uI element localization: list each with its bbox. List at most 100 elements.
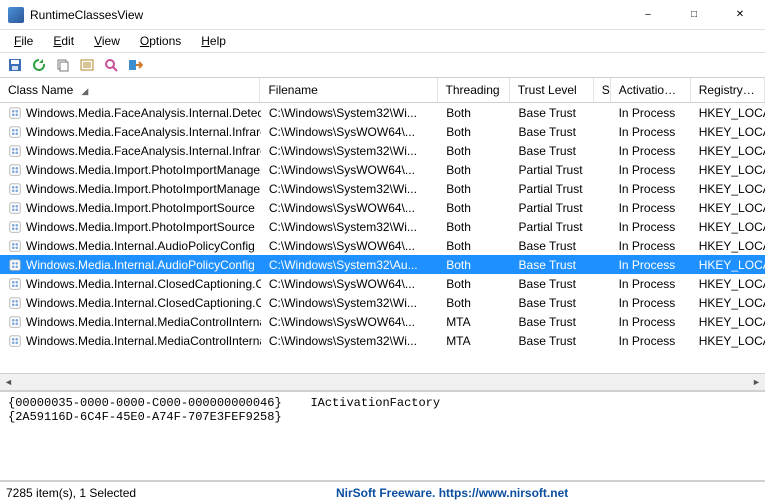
cell-class-name: Windows.Media.Internal.MediaControlInter… — [0, 315, 261, 329]
class-icon — [8, 182, 22, 196]
find-icon[interactable] — [102, 56, 120, 74]
cell-threading: Both — [438, 182, 510, 196]
cell-threading: Both — [438, 106, 510, 120]
class-icon — [8, 163, 22, 177]
table-row[interactable]: Windows.Media.Import.PhotoImportSourceC:… — [0, 217, 765, 236]
copy-icon[interactable] — [54, 56, 72, 74]
menu-options[interactable]: Options — [132, 32, 189, 50]
class-icon — [8, 220, 22, 234]
col-activation[interactable]: Activation ... — [611, 78, 691, 102]
col-filename[interactable]: Filename — [260, 78, 437, 102]
cell-threading: Both — [438, 220, 510, 234]
col-s[interactable]: S — [594, 78, 611, 102]
cell-filename: C:\Windows\System32\Au... — [261, 258, 438, 272]
cell-activation: In Process — [611, 296, 691, 310]
save-icon[interactable] — [6, 56, 24, 74]
cell-filename: C:\Windows\System32\Wi... — [261, 182, 438, 196]
cell-registry: HKEY_LOCA — [691, 106, 765, 120]
cell-filename: C:\Windows\System32\Wi... — [261, 334, 438, 348]
statusbar: 7285 item(s), 1 Selected NirSoft Freewar… — [0, 481, 765, 503]
cell-threading: Both — [438, 144, 510, 158]
menu-help[interactable]: Help — [193, 32, 234, 50]
cell-class-name: Windows.Media.Internal.AudioPolicyConfig — [0, 239, 261, 253]
cell-registry: HKEY_LOCA — [691, 239, 765, 253]
cell-registry: HKEY_LOCA — [691, 334, 765, 348]
scroll-right-icon[interactable]: ► — [748, 374, 765, 391]
class-icon — [8, 315, 22, 329]
col-registry-key[interactable]: Registry Key — [691, 78, 765, 102]
cell-trust: Partial Trust — [511, 182, 595, 196]
cell-class-name: Windows.Media.FaceAnalysis.Internal.Dete… — [0, 106, 261, 120]
cell-trust: Base Trust — [511, 334, 595, 348]
cell-filename: C:\Windows\System32\Wi... — [261, 220, 438, 234]
cell-registry: HKEY_LOCA — [691, 144, 765, 158]
col-threading[interactable]: Threading — [438, 78, 510, 102]
table-row[interactable]: Windows.Media.FaceAnalysis.Internal.Infr… — [0, 122, 765, 141]
cell-registry: HKEY_LOCA — [691, 258, 765, 272]
detail-panel[interactable]: {00000035-0000-0000-C000-000000000046} I… — [0, 391, 765, 481]
cell-threading: Both — [438, 201, 510, 215]
horizontal-scrollbar[interactable]: ◄ ► — [0, 373, 765, 390]
cell-class-name: Windows.Media.Internal.ClosedCaptioning.… — [0, 296, 261, 310]
minimize-button[interactable]: – — [625, 0, 671, 30]
table-row[interactable]: Windows.Media.Internal.ClosedCaptioning.… — [0, 293, 765, 312]
class-icon — [8, 277, 22, 291]
cell-class-name: Windows.Media.Import.PhotoImportSource — [0, 220, 261, 234]
table-row[interactable]: Windows.Media.Internal.AudioPolicyConfig… — [0, 255, 765, 274]
cell-activation: In Process — [611, 144, 691, 158]
cell-trust: Partial Trust — [511, 220, 595, 234]
cell-class-name: Windows.Media.Internal.AudioPolicyConfig — [0, 258, 261, 272]
menu-edit[interactable]: Edit — [45, 32, 82, 50]
table-row[interactable]: Windows.Media.FaceAnalysis.Internal.Dete… — [0, 103, 765, 122]
cell-trust: Base Trust — [511, 258, 595, 272]
class-icon — [8, 239, 22, 253]
scroll-left-icon[interactable]: ◄ — [0, 374, 17, 391]
cell-filename: C:\Windows\System32\Wi... — [261, 296, 438, 310]
scroll-track[interactable] — [17, 374, 748, 390]
table-row[interactable]: Windows.Media.Import.PhotoImportManagerC… — [0, 179, 765, 198]
cell-filename: C:\Windows\SysWOW64\... — [261, 201, 438, 215]
sort-asc-icon: ◢ — [81, 86, 88, 96]
window-controls: – □ ✕ — [625, 0, 763, 30]
cell-threading: Both — [438, 125, 510, 139]
table-row[interactable]: Windows.Media.FaceAnalysis.Internal.Infr… — [0, 141, 765, 160]
table-row[interactable]: Windows.Media.Internal.AudioPolicyConfig… — [0, 236, 765, 255]
class-icon — [8, 125, 22, 139]
cell-class-name: Windows.Media.FaceAnalysis.Internal.Infr… — [0, 125, 261, 139]
cell-activation: In Process — [611, 201, 691, 215]
class-icon — [8, 106, 22, 120]
close-button[interactable]: ✕ — [717, 0, 763, 30]
cell-threading: MTA — [438, 315, 510, 329]
cell-activation: In Process — [611, 106, 691, 120]
listview-body[interactable]: Windows.Media.FaceAnalysis.Internal.Dete… — [0, 103, 765, 373]
table-row[interactable]: Windows.Media.Internal.MediaControlInter… — [0, 331, 765, 350]
menu-view[interactable]: View — [86, 32, 128, 50]
cell-activation: In Process — [611, 315, 691, 329]
table-row[interactable]: Windows.Media.Import.PhotoImportSourceC:… — [0, 198, 765, 217]
cell-threading: Both — [438, 296, 510, 310]
cell-threading: Both — [438, 277, 510, 291]
col-class-name[interactable]: Class Name◢ — [0, 78, 260, 102]
cell-registry: HKEY_LOCA — [691, 315, 765, 329]
cell-registry: HKEY_LOCA — [691, 277, 765, 291]
cell-registry: HKEY_LOCA — [691, 163, 765, 177]
menu-file[interactable]: File — [6, 32, 41, 50]
cell-activation: In Process — [611, 277, 691, 291]
window-title: RuntimeClassesView — [30, 8, 625, 22]
cell-trust: Partial Trust — [511, 163, 595, 177]
table-row[interactable]: Windows.Media.Internal.MediaControlInter… — [0, 312, 765, 331]
cell-activation: In Process — [611, 163, 691, 177]
table-row[interactable]: Windows.Media.Internal.ClosedCaptioning.… — [0, 274, 765, 293]
cell-filename: C:\Windows\SysWOW64\... — [261, 125, 438, 139]
titlebar: RuntimeClassesView – □ ✕ — [0, 0, 765, 30]
table-row[interactable]: Windows.Media.Import.PhotoImportManagerC… — [0, 160, 765, 179]
cell-trust: Base Trust — [511, 106, 595, 120]
refresh-icon[interactable] — [30, 56, 48, 74]
cell-class-name: Windows.Media.Import.PhotoImportManager — [0, 163, 261, 177]
cell-filename: C:\Windows\SysWOW64\... — [261, 163, 438, 177]
exit-icon[interactable] — [126, 56, 144, 74]
maximize-button[interactable]: □ — [671, 0, 717, 30]
properties-icon[interactable] — [78, 56, 96, 74]
col-trust-level[interactable]: Trust Level — [510, 78, 594, 102]
cell-registry: HKEY_LOCA — [691, 182, 765, 196]
